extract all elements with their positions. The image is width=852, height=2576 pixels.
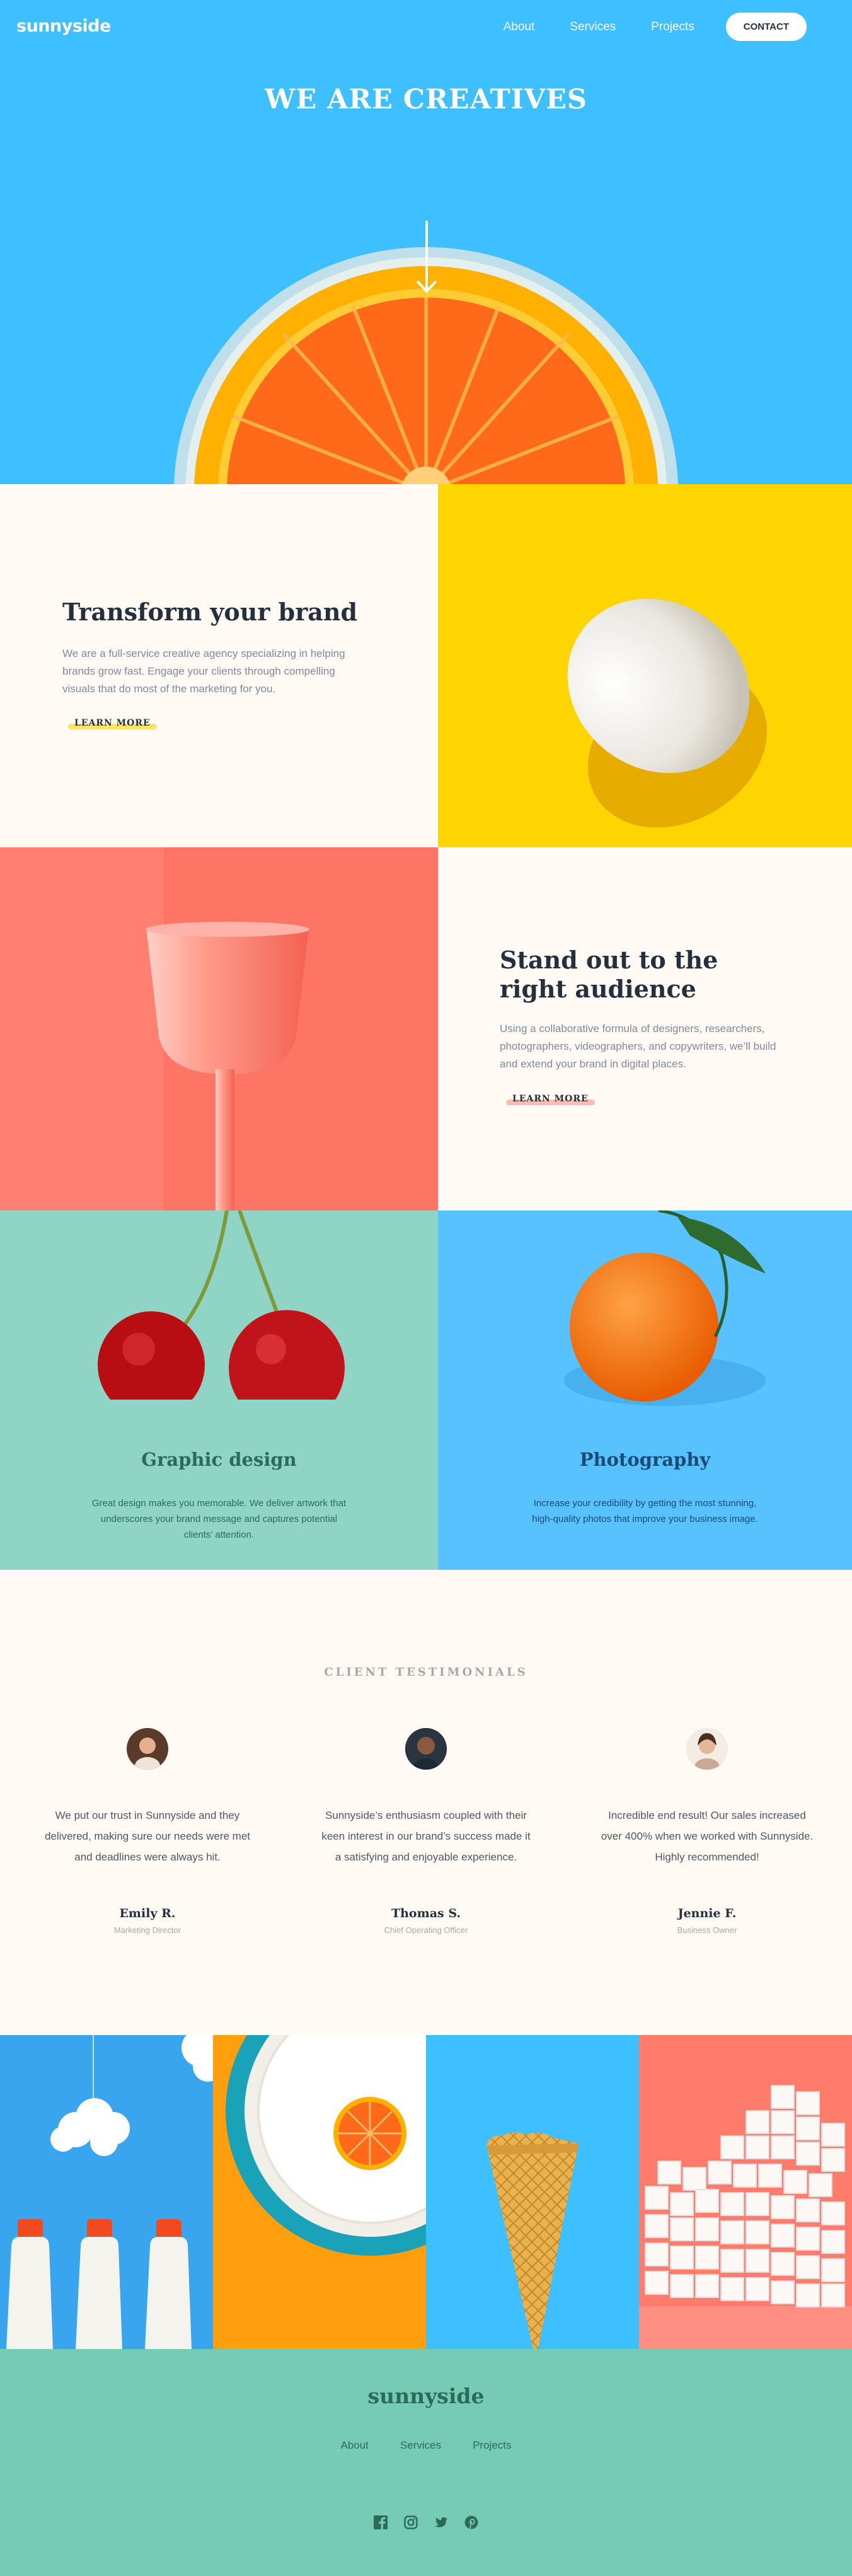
nav-projects[interactable]: Projects	[651, 20, 694, 34]
learn-more-button[interactable]: LEARN MORE	[506, 1094, 595, 1105]
nav-services[interactable]: Services	[570, 20, 616, 34]
testimonial-name: Thomas S.	[391, 1906, 461, 1920]
learn-more-button[interactable]: LEARN MORE	[68, 718, 157, 729]
avatar	[686, 1728, 728, 1770]
photography-card: Photography Increase your credibility by…	[438, 1210, 852, 1570]
learn-more-link[interactable]: LEARN MORE	[506, 1093, 595, 1105]
testimonial-card: Sunnyside’s enthusiasm coupled with thei…	[319, 1728, 533, 1935]
card-text: Increase your credibility by getting the…	[532, 1498, 758, 1524]
testimonial-role: Business Owner	[677, 1925, 737, 1935]
pinterest-icon[interactable]	[464, 2515, 478, 2529]
testimonial-role: Chief Operating Officer	[384, 1925, 468, 1935]
avatar	[405, 1728, 447, 1770]
footer-nav-about[interactable]: About	[340, 2439, 368, 2452]
graphic-design-card: Graphic design Great design makes you me…	[0, 1210, 438, 1570]
contact-button[interactable]: CONTACT	[725, 13, 807, 41]
footer-nav-projects[interactable]: Projects	[473, 2439, 511, 2452]
main-nav: About Services Projects CONTACT	[504, 13, 807, 41]
egg-image	[438, 484, 852, 847]
testimonial-name: Jennie F.	[677, 1906, 737, 1920]
card-title: Graphic design	[141, 1449, 297, 1470]
feature-body: We are a full-service creative agency sp…	[62, 647, 345, 695]
testimonial-card: Incredible end result! Our sales increas…	[600, 1728, 814, 1935]
feature-standout-text: Stand out to the right audience Using a …	[438, 847, 852, 1210]
learn-more-link[interactable]: LEARN MORE	[68, 717, 157, 729]
footer-logo[interactable]: sunnyside	[0, 2384, 852, 2408]
testimonials-heading: CLIENT TESTIMONIALS	[324, 1666, 528, 1679]
cherries-image	[98, 1210, 345, 1426]
egg-icon	[567, 598, 768, 828]
feature-transform-text: Transform your brand We are a full-servi…	[0, 484, 438, 847]
learn-more-label: LEARN MORE	[74, 718, 151, 728]
testimonial-quote: Sunnyside’s enthusiasm coupled with thei…	[321, 1809, 531, 1863]
arrow-down-icon[interactable]	[415, 221, 438, 295]
hero-section: sunnyside About Services Projects CONTAC…	[0, 0, 852, 484]
twitter-icon[interactable]	[434, 2515, 448, 2529]
facebook-icon[interactable]	[374, 2515, 388, 2529]
feature-title: Stand out to the right audience	[500, 946, 718, 1003]
testimonial-card: We put our trust in Sunnyside and they d…	[40, 1728, 255, 1935]
testimonial-name: Emily R.	[119, 1906, 176, 1920]
footer-nav-services[interactable]: Services	[400, 2439, 441, 2452]
orange-plate-image	[213, 2035, 426, 2349]
footer-nav: About Services Projects	[0, 2439, 852, 2452]
cup-image	[0, 847, 438, 1210]
card-title: Photography	[579, 1449, 711, 1470]
instagram-icon[interactable]	[404, 2515, 418, 2529]
hero-title: WE ARE CREATIVES	[265, 84, 587, 115]
milk-bottles-image	[0, 2035, 213, 2349]
feature-body: Using a collaborative formula of designe…	[500, 1023, 776, 1070]
sugar-cubes-image	[639, 2035, 852, 2349]
orange-image	[564, 1210, 766, 1406]
footer: sunnyside About Services Projects	[0, 2349, 852, 2576]
learn-more-label: LEARN MORE	[512, 1094, 589, 1104]
feature-title: Transform your brand	[62, 598, 358, 626]
cup-icon	[0, 847, 438, 1210]
testimonial-quote: Incredible end result! Our sales increas…	[601, 1809, 814, 1863]
social-links	[0, 2515, 852, 2529]
ice-cream-cone-image	[426, 2035, 639, 2349]
testimonial-role: Marketing Director	[113, 1925, 181, 1935]
nav-about[interactable]: About	[504, 20, 535, 34]
logo[interactable]: sunnyside	[16, 16, 111, 36]
testimonial-quote: We put our trust in Sunnyside and they d…	[45, 1809, 250, 1863]
avatar	[127, 1728, 168, 1770]
card-text: Great design makes you memorable. We del…	[91, 1498, 347, 1540]
